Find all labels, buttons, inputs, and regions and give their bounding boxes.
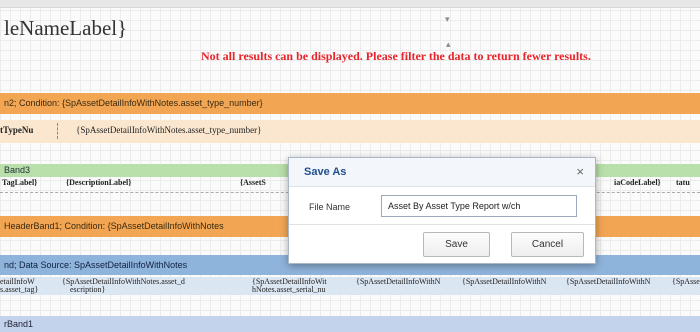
data-cell-serial-line2: hNotes.asset_serial_nu [252, 285, 326, 294]
data-cell-asset-tag-line2: s.asset_tag} [0, 285, 39, 294]
data-row[interactable]: etailInfoW {SpAssetDetailInfoWithNotes.a… [0, 277, 700, 295]
report-title-field[interactable]: leNameLabel} [4, 16, 127, 41]
resize-marker-icon: ▴ [446, 39, 451, 49]
file-name-label: File Name [309, 202, 351, 212]
header-media-code-label[interactable]: iaCodeLabel} [614, 178, 661, 187]
footer-band1[interactable]: rBand1 [0, 316, 700, 332]
asset-type-number-field[interactable]: {SpAssetDetailInfoWithNotes.asset_type_n… [76, 125, 262, 135]
file-name-input[interactable] [381, 195, 577, 217]
header-tag-label[interactable]: TagLabel} [2, 178, 37, 187]
header-asset-serial-label[interactable]: {AssetS [240, 178, 266, 187]
close-icon[interactable]: × [576, 164, 584, 179]
designer-top-strip [0, 0, 700, 8]
dialog-title: Save As [304, 166, 347, 178]
save-button[interactable]: Save [423, 232, 490, 257]
dialog-separator [289, 224, 595, 225]
data-cell-6[interactable]: {SpAssetDetailInfoWithN [566, 277, 650, 286]
data-cell-description-line2: escription} [70, 285, 106, 294]
dialog-header[interactable]: Save As × [289, 158, 595, 187]
data-cell-4[interactable]: {SpAssetDetailInfoWithN [356, 277, 440, 286]
header-status-label[interactable]: tatu [676, 178, 690, 187]
drop-marker-icon: ▾ [445, 14, 450, 24]
group-band-asset-type[interactable]: n2; Condition: {SpAssetDetailInfoWithNot… [0, 93, 700, 114]
field-divider [57, 123, 58, 139]
cancel-button[interactable]: Cancel [511, 232, 584, 257]
header-description-label[interactable]: {DescriptionLabel} [66, 178, 131, 187]
data-cell-7[interactable]: {SpAsse [672, 277, 700, 286]
results-limit-warning: Not all results can be displayed. Please… [201, 49, 591, 63]
save-as-dialog: Save As × File Name Save Cancel [288, 157, 596, 264]
asset-type-number-label[interactable]: tTypeNu [0, 125, 33, 135]
data-cell-5[interactable]: {SpAssetDetailInfoWithN [462, 277, 546, 286]
group-band-content[interactable]: tTypeNu {SpAssetDetailInfoWithNotes.asse… [0, 120, 700, 143]
